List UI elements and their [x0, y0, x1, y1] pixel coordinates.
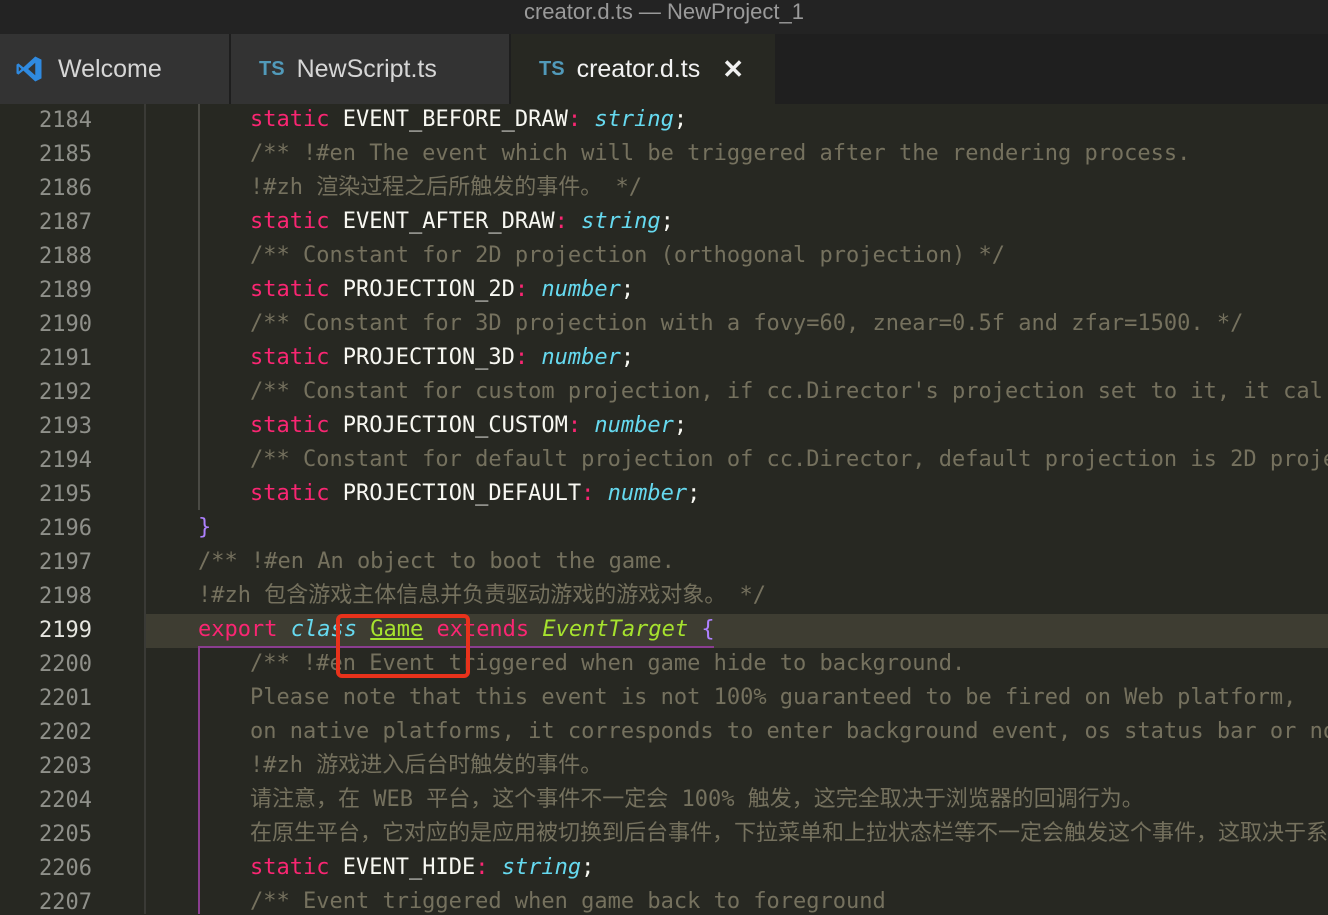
line-number: 2184 [39, 108, 92, 133]
code-comment: /** !#en The event which will be trigger… [250, 141, 1191, 166]
line-number: 2206 [39, 856, 92, 881]
code-comment: /** Constant for 3D projection with a fo… [250, 311, 1244, 336]
code-line: static EVENT_BEFORE_DRAW: string; [250, 107, 688, 132]
tab-newscript[interactable]: TS NewScript.ts [231, 34, 511, 104]
code-line: static PROJECTION_DEFAULT: number; [250, 481, 701, 506]
line-number: 2195 [39, 482, 92, 507]
indent-guide-active [198, 648, 200, 914]
line-number: 2204 [39, 788, 92, 813]
close-icon[interactable]: ✕ [722, 54, 744, 85]
code-line: static PROJECTION_CUSTOM: number; [250, 413, 688, 438]
code-line: static EVENT_AFTER_DRAW: string; [250, 209, 674, 234]
tab-label: creator.d.ts [576, 54, 701, 83]
red-highlight-annotation [336, 614, 470, 678]
code-line: static PROJECTION_3D: number; [250, 345, 635, 370]
line-number: 2194 [39, 448, 92, 473]
code-line: static PROJECTION_2D: number; [250, 277, 635, 302]
code-comment: /** !#en An object to boot the game. [198, 549, 675, 574]
code-comment: /** Event triggered when game back to fo… [250, 889, 886, 914]
line-number: 2196 [39, 516, 92, 541]
line-number: 2207 [39, 890, 92, 915]
code-comment: /** Constant for custom projection, if c… [250, 379, 1323, 404]
tab-welcome[interactable]: Welcome [0, 34, 231, 104]
line-number: 2203 [39, 754, 92, 779]
indent-guide [198, 104, 200, 510]
code-line: static EVENT_HIDE: string; [250, 855, 595, 880]
ts-icon: TS [259, 57, 285, 80]
code-comment: !#zh 包含游戏主体信息并负责驱动游戏的游戏对象。 */ [198, 583, 766, 608]
line-number: 2198 [39, 584, 92, 609]
line-number: 2197 [39, 550, 92, 575]
code-comment: /** Constant for 2D projection (orthogon… [250, 243, 1005, 268]
tab-label: NewScript.ts [296, 54, 437, 83]
code-editor[interactable]: static EVENT_BEFORE_DRAW: string; /** !#… [146, 104, 1328, 914]
line-number-current: 2199 [39, 618, 92, 643]
line-number: 2202 [39, 720, 92, 745]
window-title: creator.d.ts — NewProject_1 [0, 0, 1328, 34]
code-comment: !#zh 渲染过程之后所触发的事件。 */ [250, 175, 642, 200]
vscode-icon [16, 56, 42, 82]
line-number: 2200 [39, 652, 92, 677]
ts-icon: TS [539, 57, 565, 80]
line-number: 2186 [39, 176, 92, 201]
code-comment: on native platforms, it corresponds to e… [250, 719, 1328, 744]
line-number: 2191 [39, 346, 92, 371]
line-number: 2190 [39, 312, 92, 337]
code-comment: 请注意，在 WEB 平台，这个事件不一定会 100% 触发，这完全取决于浏览器的… [250, 787, 1144, 812]
line-number: 2193 [39, 414, 92, 439]
code-comment: Please note that this event is not 100% … [250, 685, 1297, 710]
tab-bar: Welcome TS NewScript.ts TS creator.d.ts … [0, 34, 1328, 104]
code-comment: !#zh 游戏进入后台时触发的事件。 [250, 753, 603, 778]
line-number: 2188 [39, 244, 92, 269]
line-number: 2187 [39, 210, 92, 235]
closing-brace: } [198, 515, 212, 540]
tab-creator-d-ts[interactable]: TS creator.d.ts ✕ [511, 34, 775, 104]
line-number: 2201 [39, 686, 92, 711]
line-number: 2189 [39, 278, 92, 303]
line-number: 2205 [39, 822, 92, 847]
code-comment: 在原生平台，它对应的是应用被切换到后台事件，下拉菜单和上拉状态栏等不一定会触发这… [250, 821, 1328, 846]
tab-label: Welcome [58, 54, 162, 83]
code-comment: /** Constant for default projection of c… [250, 447, 1328, 472]
line-number-gutter: 2184 2185 2186 2187 2188 2189 2190 2191 … [0, 104, 146, 915]
line-number: 2192 [39, 380, 92, 405]
line-number: 2185 [39, 142, 92, 167]
